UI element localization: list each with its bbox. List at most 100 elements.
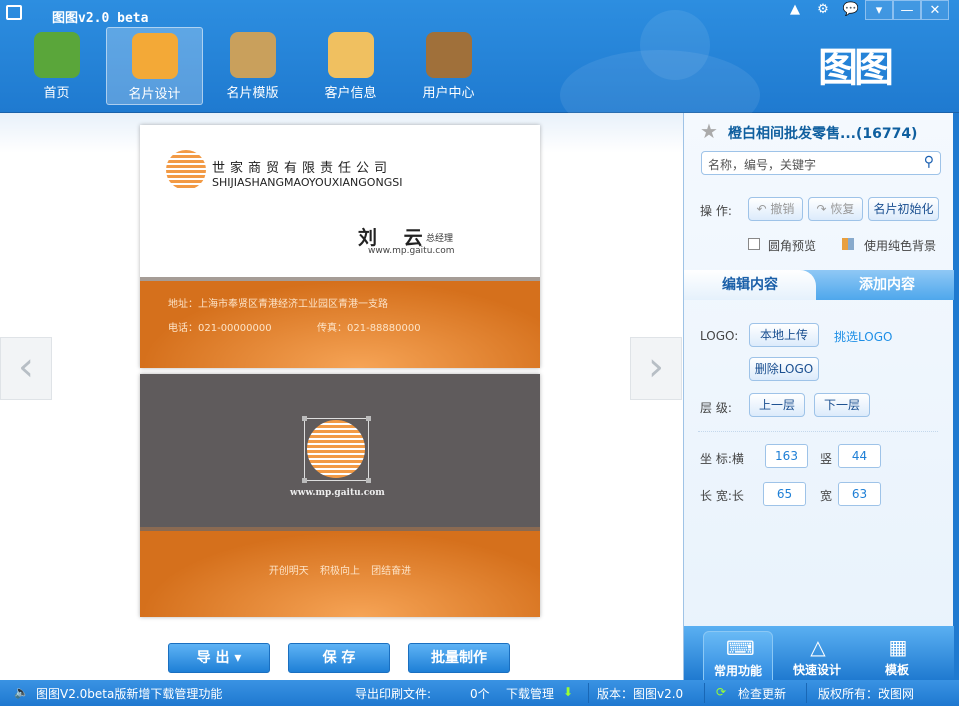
x-input[interactable]: 163	[765, 444, 808, 468]
layer-label: 层 级:	[700, 401, 732, 415]
nav-customers[interactable]: 客户信息	[302, 27, 399, 105]
keyboard-icon: ⌨	[726, 636, 755, 660]
envelope-icon	[327, 32, 374, 78]
nav-label: 名片模版	[226, 86, 279, 101]
app-icon	[6, 5, 22, 20]
nav-label: 用户中心	[422, 86, 475, 101]
company-logo	[166, 150, 206, 190]
canvas-area: ‹ › 世家商贸有限责任公司 SHIJIASHANGMAOYOUXIANGONG…	[0, 113, 683, 680]
export-count: 0个	[470, 687, 490, 701]
height-label: 宽	[820, 489, 833, 503]
pick-logo-link[interactable]: 挑选LOGO	[834, 328, 892, 345]
delete-logo-button[interactable]: 删除LOGO	[749, 357, 819, 381]
search-placeholder: 名称，编号，关键字	[708, 158, 817, 172]
contacts-book-icon	[425, 32, 472, 78]
title-bar: 图图v2.0 beta ▲ ⚙ 💬 ▾ — ✕ 首页 名片设计 名片模版 客户信…	[0, 0, 959, 140]
reset-card-button[interactable]: 名片初始化	[868, 197, 939, 221]
person-title: 总经理	[426, 234, 454, 244]
nav-label: 名片设计	[128, 87, 181, 102]
slogan: 开创明天 积极向上 团结奋进	[268, 566, 412, 577]
window-title: 图图v2.0 beta	[52, 11, 149, 26]
batch-button[interactable]: 批量制作	[408, 643, 510, 673]
rounded-preview-checkbox[interactable]	[748, 238, 760, 250]
redo-button[interactable]: ↷ 恢复	[808, 197, 863, 221]
settings-icon[interactable]: ⚙	[809, 0, 837, 20]
redo-label: 恢复	[830, 202, 855, 216]
nav-label: 客户信息	[324, 86, 377, 101]
website: www.mp.gaitu.com	[368, 246, 455, 256]
properties-panel: ★ 橙白相间批发零售...(16774) 名称，编号，关键字 ⚲ 操 作: ↶ 撤…	[683, 113, 959, 681]
palette-icon[interactable]	[842, 238, 854, 250]
close-button[interactable]: ✕	[921, 0, 949, 20]
size-label: 长 宽:长	[700, 489, 744, 503]
divider	[698, 431, 938, 432]
tab-label: 常用功能	[713, 664, 762, 678]
undo-button[interactable]: ↶ 撤销	[748, 197, 803, 221]
y-label: 竖	[820, 452, 833, 466]
company-name-cn: 世家商贸有限责任公司	[212, 161, 393, 176]
card-front[interactable]: 世家商贸有限责任公司 SHIJIASHANGMAOYOUXIANGONGSI 刘…	[140, 125, 540, 368]
solid-bg-label: 使用纯色背景	[864, 239, 937, 253]
tab-edit-content[interactable]: 编辑内容	[684, 270, 816, 300]
design-tools-icon: △	[810, 635, 826, 659]
nav-home[interactable]: 首页	[8, 27, 105, 105]
upload-local-button[interactable]: 本地上传	[749, 323, 819, 347]
height-input[interactable]: 63	[838, 482, 881, 506]
website: www.mp.gaitu.com	[290, 488, 385, 498]
next-arrow-button[interactable]: ›	[630, 337, 682, 400]
selection-box[interactable]	[302, 416, 371, 483]
refresh-icon: ⟳	[716, 685, 727, 699]
card-back[interactable]: www.mp.gaitu.com 开创明天 积极向上 团结奋进	[140, 374, 540, 617]
export-label: 导 出	[196, 650, 230, 666]
nav-card-templates[interactable]: 名片模版	[204, 27, 301, 105]
pen-icon	[131, 33, 178, 79]
dropdown-icon: ▾	[234, 650, 242, 666]
store-icon	[33, 32, 80, 78]
speaker-icon: 🔈	[14, 685, 29, 699]
phone: 电话：021-00000000	[168, 323, 272, 334]
download-arrow-icon: ⬇	[563, 685, 574, 699]
nav-label: 首页	[43, 86, 70, 101]
logo-label: LOGO:	[700, 329, 739, 343]
star-icon[interactable]: ★	[700, 119, 718, 143]
address: 地址：上海市奉贤区青港经济工业园区青港一支路	[168, 299, 388, 310]
y-input[interactable]: 44	[838, 444, 881, 468]
grid-icon: ▦	[888, 635, 908, 659]
layer-down-button[interactable]: 下一层	[814, 393, 870, 417]
chat-icon[interactable]: 💬	[837, 0, 865, 20]
copyright-text: 版权所有：改图网	[818, 687, 915, 701]
version-text: 版本：图图v2.0	[597, 687, 684, 701]
width-input[interactable]: 65	[763, 482, 806, 506]
tab-label: 快速设计	[792, 663, 841, 677]
template-name: 橙白相间批发零售...(16774)	[728, 126, 918, 142]
undo-label: 撤销	[770, 202, 795, 216]
tab-quick-design[interactable]: △ 快速设计	[782, 631, 852, 681]
prev-arrow-button[interactable]: ‹	[0, 337, 52, 400]
rounded-preview-label: 圆角预览	[768, 239, 817, 253]
search-icon[interactable]: ⚲	[924, 154, 934, 170]
news-text[interactable]: 图图V2.0beta版新增下载管理功能	[36, 685, 222, 702]
nav-card-design[interactable]: 名片设计	[106, 27, 203, 105]
menu-button[interactable]: ▾	[865, 0, 893, 20]
fax: 传真：021-88880000	[317, 323, 421, 334]
tab-common-functions[interactable]: ⌨ 常用功能	[703, 631, 773, 681]
check-update-link[interactable]: 检查更新	[738, 685, 786, 702]
folder-icon	[229, 32, 276, 78]
minimize-button[interactable]: —	[893, 0, 921, 20]
search-input[interactable]: 名称，编号，关键字 ⚲	[701, 151, 941, 175]
tab-label: 模板	[884, 663, 909, 677]
ops-label: 操 作:	[700, 204, 732, 218]
status-bar: 🔈 图图V2.0beta版新增下载管理功能 导出印刷文件: 0个 下载管理 ⬇ …	[0, 680, 959, 706]
company-name-en: SHIJIASHANGMAOYOUXIANGONGSI	[212, 176, 403, 189]
export-files-label: 导出印刷文件:	[355, 687, 432, 701]
notification-icon[interactable]: ▲	[781, 0, 809, 20]
download-manager-link[interactable]: 下载管理	[506, 685, 554, 702]
nav-user-center[interactable]: 用户中心	[400, 27, 497, 105]
export-button[interactable]: 导 出 ▾	[168, 643, 270, 673]
tab-add-content[interactable]: 添加内容	[820, 270, 954, 300]
coord-label: 坐 标:横	[700, 452, 744, 466]
brand-logo: 图图	[818, 45, 894, 91]
save-button[interactable]: 保 存	[288, 643, 390, 673]
tab-templates[interactable]: ▦ 模板	[862, 631, 932, 681]
layer-up-button[interactable]: 上一层	[749, 393, 805, 417]
